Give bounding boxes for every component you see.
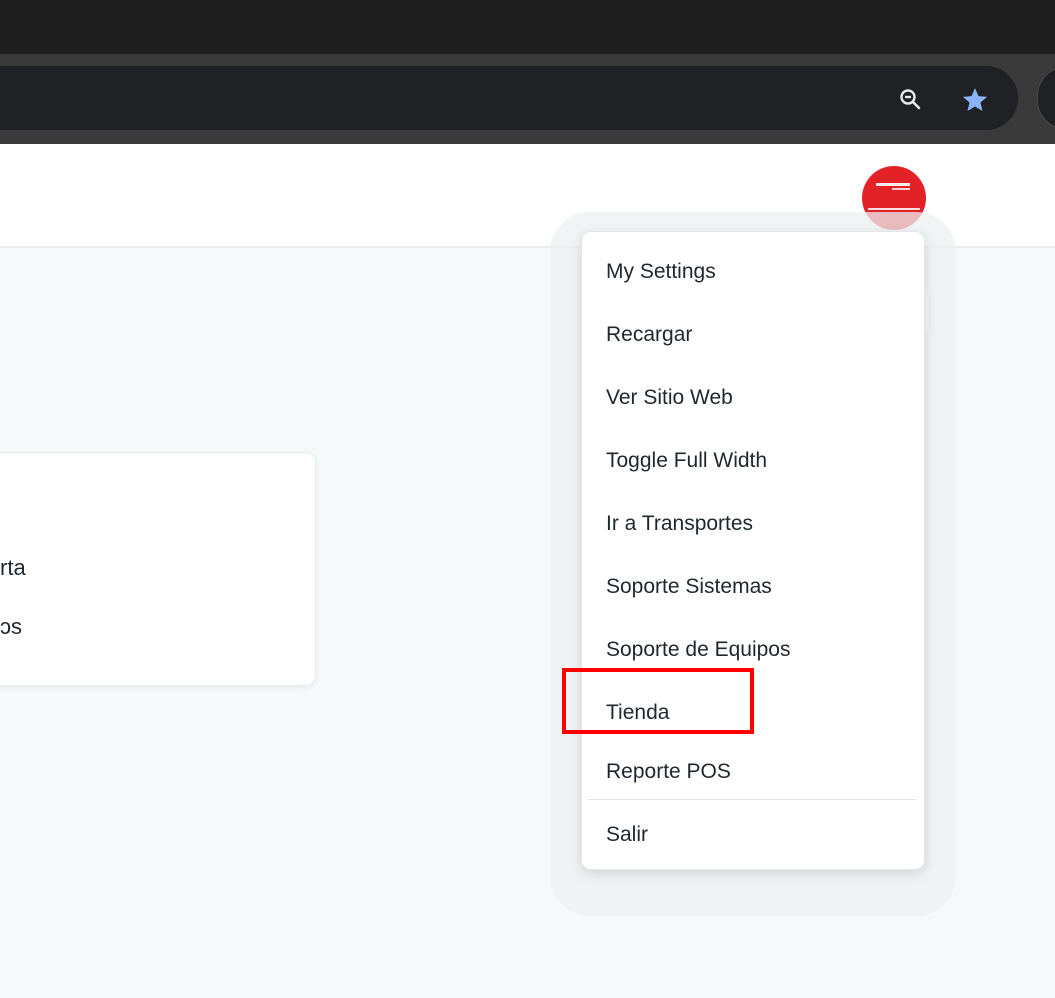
avatar-logo-mark: [892, 188, 910, 190]
star-icon[interactable]: [957, 82, 993, 118]
menu-item-soporte-sistemas[interactable]: Soporte Sistemas: [606, 567, 772, 607]
highlight-annotation: [562, 668, 754, 734]
menu-item-reporte-pos[interactable]: Reporte POS: [606, 752, 731, 792]
menu-item-soporte-de-equipos[interactable]: Soporte de Equipos: [606, 630, 790, 670]
address-bar[interactable]: [0, 66, 1018, 130]
menu-item-ver-sitio-web[interactable]: Ver Sitio Web: [606, 378, 733, 418]
menu-item-recargar[interactable]: Recargar: [606, 315, 692, 355]
user-dropdown-menu: My Settings Recargar Ver Sitio Web Toggl…: [581, 231, 925, 870]
menu-divider: [588, 799, 916, 800]
card-link-partial[interactable]: ɔs: [0, 614, 22, 640]
menu-item-my-settings[interactable]: My Settings: [606, 252, 716, 292]
menu-item-ir-a-transportes[interactable]: Ir a Transportes: [606, 504, 753, 544]
browser-title-bar: [0, 0, 1055, 54]
avatar-logo-mark: [876, 183, 910, 186]
zoom-out-icon[interactable]: [893, 82, 927, 116]
content-card: [0, 452, 316, 686]
card-link-partial[interactable]: rta: [0, 555, 26, 581]
menu-item-salir[interactable]: Salir: [606, 815, 648, 855]
menu-item-toggle-full-width[interactable]: Toggle Full Width: [606, 441, 767, 481]
avatar-logo-mark: [868, 208, 920, 210]
